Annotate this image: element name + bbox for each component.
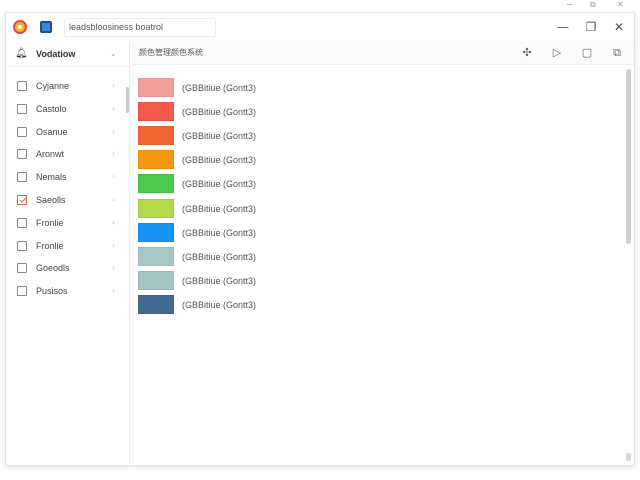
- color-swatch[interactable]: [138, 174, 174, 194]
- chevron-right-icon: ›: [112, 103, 116, 113]
- play-icon[interactable]: ▷: [549, 45, 565, 61]
- close-button[interactable]: ✕: [609, 19, 629, 35]
- sidebar-header-label: Vodatiow: [36, 49, 76, 59]
- desktop-restore-button[interactable]: ⧉: [590, 0, 596, 10]
- chevron-right-icon: ›: [112, 286, 116, 296]
- desktop-close-button[interactable]: ✕: [617, 0, 624, 10]
- sidebar-item[interactable]: Nemals ›: [6, 166, 126, 188]
- document-icon[interactable]: ▢: [579, 45, 595, 61]
- sidebar-item-checkbox[interactable]: [17, 172, 27, 183]
- sidebar-item-label: Castolo: [36, 103, 67, 114]
- color-row-label: (GBBitiue (Gontt3): [182, 251, 257, 262]
- maximize-button[interactable]: ❐: [581, 19, 601, 35]
- chevron-right-icon: ›: [112, 149, 116, 159]
- color-row-label: (GBBitiue (Gontt3): [182, 179, 257, 190]
- color-row-label: (GBBitiue (Gontt3): [182, 275, 257, 286]
- sidebar-item[interactable]: Osanue ›: [6, 121, 126, 143]
- color-row-label: (GBBitiue (Gontt3): [182, 131, 257, 142]
- chevron-right-icon: ›: [112, 126, 116, 136]
- sidebar-item-checkbox[interactable]: [17, 217, 27, 228]
- color-row-label: (GBBitiue (Gontt3): [182, 107, 257, 118]
- sidebar-item[interactable]: Fronlie ›: [6, 235, 126, 257]
- sidebar-item[interactable]: Aronwt ›: [6, 143, 126, 165]
- export-icon[interactable]: ⧉: [609, 45, 625, 61]
- color-row[interactable]: (GBBitiue (Gontt3): [138, 125, 618, 147]
- sidebar-scrollbar[interactable]: [126, 87, 129, 113]
- sidebar-item-label: Pusisos: [36, 286, 68, 297]
- sidebar-item[interactable]: Fronlie ›: [6, 212, 126, 234]
- color-row-label: (GBBitiue (Gontt3): [182, 299, 257, 310]
- sidebar-item-label: Goeodls: [36, 263, 70, 274]
- move-icon[interactable]: ✣: [519, 45, 535, 61]
- title-bar: leadsbloosiness boatrol — ❐ ✕: [6, 13, 634, 41]
- color-row-label: (GBBitiue (Gontt3): [182, 83, 257, 93]
- chevron-right-icon: ›: [112, 240, 116, 250]
- color-swatch[interactable]: [138, 78, 174, 97]
- color-swatch[interactable]: [138, 246, 174, 266]
- sidebar-item-label: Nemals: [36, 172, 67, 183]
- sidebar-item-checkbox[interactable]: [17, 103, 27, 114]
- app-window: leadsbloosiness boatrol — ❐ ✕ 🔔︎ Vodatio…: [5, 12, 635, 466]
- color-row[interactable]: (GBBitiue (Gontt3): [138, 294, 618, 316]
- panel-title: 颜色管理颜色系统: [139, 48, 203, 57]
- color-row[interactable]: (GBBitiue (Gontt3): [138, 101, 618, 123]
- color-row[interactable]: (GBBitiue (Gontt3): [138, 222, 618, 244]
- sidebar-item-label: Fronlie: [36, 240, 64, 251]
- color-row-label: (GBBitiue (Gontt3): [182, 155, 257, 166]
- sidebar-item[interactable]: Saeolls ›: [6, 189, 126, 211]
- chevron-right-icon: ›: [112, 195, 116, 204]
- app-logo-icon: [13, 20, 27, 34]
- color-swatch[interactable]: [138, 270, 174, 290]
- sidebar-item-checkbox[interactable]: [17, 195, 27, 205]
- scrollbar-end[interactable]: [626, 453, 631, 461]
- chevron-right-icon: ›: [112, 172, 116, 182]
- sidebar: 🔔︎ Vodatiow ⌄ Cyjanne › Castolo › Osanue › Aro…: [6, 41, 130, 465]
- sidebar-item-label: Osanue: [36, 126, 68, 137]
- color-row-label: (GBBitiue (Gontt3): [182, 203, 257, 214]
- color-swatch[interactable]: [138, 102, 174, 122]
- sidebar-item[interactable]: Pusisos ›: [6, 280, 126, 302]
- color-swatch[interactable]: [138, 294, 174, 314]
- chevron-down-icon: ⌄: [110, 49, 117, 58]
- sidebar-item-label: Aronwt: [36, 149, 65, 160]
- color-row[interactable]: (GBBitiue (Gontt3): [138, 270, 618, 292]
- color-row[interactable]: (GBBitiue (Gontt3): [138, 77, 618, 99]
- bell-icon: 🔔︎: [15, 48, 28, 59]
- color-row-label: (GBBitiue (Gontt3): [182, 227, 257, 238]
- color-row[interactable]: (GBBitiue (Gontt3): [138, 173, 618, 195]
- chevron-right-icon: ›: [112, 217, 116, 227]
- color-swatch[interactable]: [138, 126, 174, 146]
- sidebar-item-checkbox[interactable]: [17, 149, 27, 160]
- sidebar-item-checkbox[interactable]: [17, 126, 27, 137]
- sidebar-item[interactable]: Cyjanne ›: [6, 75, 126, 97]
- sidebar-item-checkbox[interactable]: [17, 286, 27, 297]
- main-scrollbar[interactable]: [625, 69, 632, 465]
- color-swatch[interactable]: [138, 150, 174, 170]
- sidebar-item-checkbox[interactable]: [17, 240, 27, 251]
- sidebar-header[interactable]: 🔔︎ Vodatiow ⌄: [6, 41, 130, 67]
- color-row[interactable]: (GBBitiue (Gontt3): [138, 246, 618, 268]
- app-panel-icon[interactable]: [40, 21, 52, 33]
- main-panel: 颜色管理颜色系统 ✣ ▷ ▢ ⧉ (GBBitiue (Gontt3) (GBBi…: [131, 41, 634, 465]
- color-row[interactable]: (GBBitiue (Gontt3): [138, 198, 618, 220]
- color-swatch[interactable]: [138, 198, 174, 218]
- main-toolbar: 颜色管理颜色系统 ✣ ▷ ▢ ⧉: [131, 41, 634, 65]
- sidebar-item[interactable]: Goeodls ›: [6, 257, 126, 279]
- chevron-right-icon: ›: [112, 81, 116, 90]
- sidebar-item-label: Cyjanne: [36, 81, 70, 91]
- sidebar-item-label: Saeolls: [36, 195, 66, 205]
- sidebar-item[interactable]: Castolo ›: [6, 98, 126, 120]
- sidebar-item-checkbox[interactable]: [17, 263, 27, 274]
- chevron-right-icon: ›: [112, 263, 116, 273]
- color-row[interactable]: (GBBitiue (Gontt3): [138, 149, 618, 171]
- address-field[interactable]: leadsbloosiness boatrol: [64, 18, 216, 37]
- desktop-minimize-button[interactable]: −: [566, 0, 573, 10]
- sidebar-item-label: Fronlie: [36, 217, 64, 228]
- sidebar-item-checkbox[interactable]: [17, 81, 27, 91]
- minimize-button[interactable]: —: [553, 19, 573, 35]
- color-swatch[interactable]: [138, 222, 174, 242]
- scrollbar-thumb[interactable]: [626, 69, 631, 244]
